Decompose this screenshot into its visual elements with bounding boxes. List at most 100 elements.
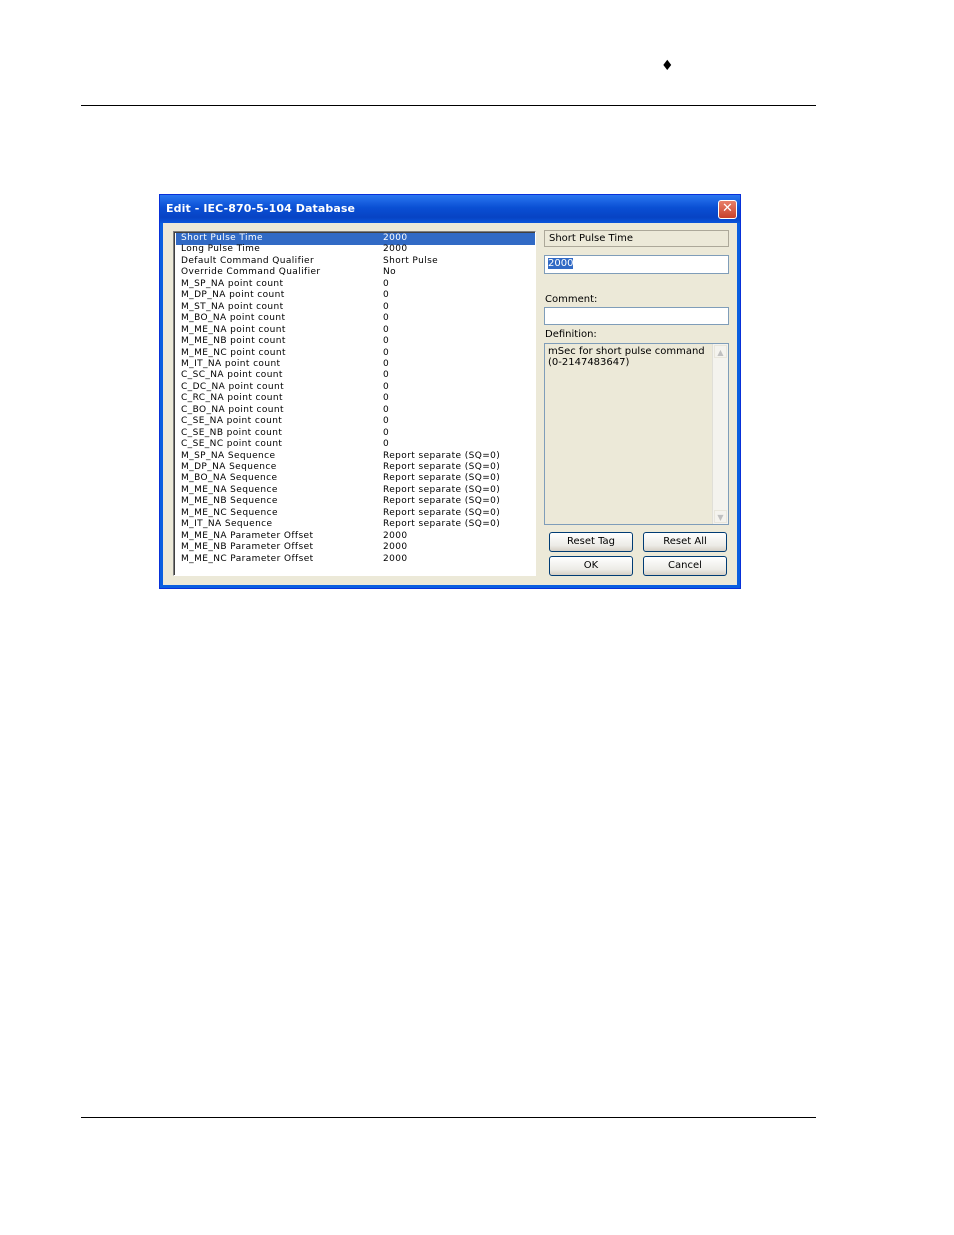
dialog-titlebar[interactable]: Edit - IEC-870-5-104 Database ✕	[160, 195, 740, 223]
list-item[interactable]: M_DP_NA Sequence Report separate (SQ=0)	[176, 462, 535, 474]
list-item-name: C_RC_NA point count	[181, 393, 283, 404]
list-item[interactable]: M_ST_NA point count 0	[176, 302, 535, 314]
parameter-list[interactable]: Short Pulse Time 2000 Long Pulse Time 2000 D…	[173, 231, 536, 576]
list-item-name: M_DP_NA Sequence	[181, 462, 277, 472]
list-item[interactable]: C_SE_NA point count 0	[176, 416, 535, 428]
list-item-name: M_ME_NA Sequence	[181, 484, 278, 495]
list-item-value: Report separate (SQ=0)	[383, 484, 501, 495]
list-item-value: Report separate (SQ=0)	[383, 462, 501, 472]
list-item-name: M_ME_NC point count	[181, 347, 286, 358]
list-item-value: 0	[383, 439, 390, 450]
definition-box: mSec for short pulse command (0-21474836…	[544, 343, 729, 525]
list-item-value: 0	[383, 301, 390, 312]
scroll-down-icon[interactable]: ▼	[714, 510, 727, 523]
list-item-name: M_ME_NA point count	[181, 324, 286, 335]
close-icon[interactable]: ✕	[718, 200, 737, 219]
list-item[interactable]: M_ME_NB Sequence Report separate (SQ=0)	[176, 496, 535, 508]
list-item-value: 0	[383, 393, 390, 404]
list-item-name: C_SE_NB point count	[181, 427, 283, 438]
ok-button[interactable]: OK	[549, 556, 633, 576]
definition-label: Definition:	[545, 329, 597, 340]
list-item[interactable]: Short Pulse Time 2000	[176, 233, 535, 245]
list-item-name: Default Command Qualifier	[181, 255, 315, 266]
definition-text: mSec for short pulse command (0-21474836…	[548, 346, 705, 368]
list-item-value: Report separate (SQ=0)	[383, 496, 501, 507]
reset-all-button[interactable]: Reset All	[643, 532, 727, 552]
definition-scrollbar[interactable]: ▲ ▼	[712, 344, 728, 524]
list-item[interactable]: M_BO_NA Sequence Report separate (SQ=0)	[176, 473, 535, 485]
list-item-name: M_ME_NB Sequence	[181, 496, 278, 507]
list-item[interactable]: M_ME_NC Sequence Report separate (SQ=0)	[176, 508, 535, 520]
list-item[interactable]: M_ME_NC Parameter Offset 2000	[176, 554, 535, 566]
comment-label: Comment:	[545, 294, 598, 305]
list-item-value: 2000	[383, 530, 408, 541]
param-value-text: 2000	[548, 258, 574, 269]
list-item[interactable]: Override Command Qualifier No	[176, 267, 535, 279]
list-item[interactable]: M_ME_NA Parameter Offset 2000	[176, 531, 535, 543]
list-item[interactable]: M_ME_NA Sequence Report separate (SQ=0)	[176, 485, 535, 497]
comment-input[interactable]	[544, 307, 729, 325]
list-item-name: M_ME_NC Sequence	[181, 507, 278, 518]
list-item-name: M_ME_NB Parameter Offset	[181, 542, 314, 553]
list-item-value: 0	[383, 416, 390, 427]
list-item[interactable]: C_SC_NA point count 0	[176, 370, 535, 382]
list-item[interactable]: C_BO_NA point count 0	[176, 405, 535, 417]
list-item-name: M_BO_NA Sequence	[181, 473, 278, 484]
list-item[interactable]: C_DC_NA point count 0	[176, 382, 535, 394]
scroll-up-icon[interactable]: ▲	[714, 345, 727, 358]
list-item-name: C_SE_NC point count	[181, 439, 283, 450]
list-item[interactable]: M_SP_NA Sequence Report separate (SQ=0)	[176, 451, 535, 463]
list-item-value: Report separate (SQ=0)	[383, 519, 501, 530]
list-item-name: Short Pulse Time	[181, 233, 263, 243]
list-item-name: C_SC_NA point count	[181, 370, 283, 381]
list-item-value: 0	[383, 324, 390, 335]
list-item[interactable]: M_SP_NA point count 0	[176, 279, 535, 291]
list-item-name: M_IT_NA point count	[181, 358, 281, 369]
list-item-value: 2000	[383, 542, 408, 553]
list-item-value: Report separate (SQ=0)	[383, 473, 501, 484]
list-item-name: C_SE_NA point count	[181, 416, 283, 427]
list-item-value: 2000	[383, 553, 408, 564]
list-item[interactable]: Long Pulse Time 2000	[176, 244, 535, 256]
list-item[interactable]: Default Command Qualifier Short Pulse	[176, 256, 535, 268]
list-item-value: 0	[383, 347, 390, 358]
list-item-value: 0	[383, 290, 390, 301]
list-item-name: M_ME_NA Parameter Offset	[181, 530, 314, 541]
list-item-value: 0	[383, 381, 390, 392]
list-item-value: No	[383, 267, 397, 278]
header-rule	[81, 105, 816, 106]
list-item-name: M_SP_NA point count	[181, 278, 284, 289]
list-item[interactable]: M_ME_NC point count 0	[176, 348, 535, 360]
header-bullet: ♦	[661, 58, 674, 74]
list-item-value: 0	[383, 404, 390, 415]
list-item[interactable]: M_ME_NA point count 0	[176, 325, 535, 337]
list-item-value: 0	[383, 358, 390, 369]
list-item[interactable]: M_DP_NA point count 0	[176, 290, 535, 302]
list-item[interactable]: M_ME_NB point count 0	[176, 336, 535, 348]
list-item-value: Report separate (SQ=0)	[383, 507, 501, 518]
list-item-value: 0	[383, 278, 390, 289]
edit-database-dialog: Edit - IEC-870-5-104 Database ✕ Short Pu…	[159, 194, 741, 589]
footer-rule	[81, 1117, 816, 1118]
list-item-name: M_ST_NA point count	[181, 301, 284, 312]
list-item-name: M_BO_NA point count	[181, 313, 286, 324]
list-item-name: M_SP_NA Sequence	[181, 450, 276, 461]
param-value-input[interactable]: 2000	[544, 255, 729, 274]
list-item-value: 0	[383, 336, 390, 347]
list-item-value: 0	[383, 427, 390, 438]
list-item-name: M_DP_NA point count	[181, 290, 285, 301]
list-item[interactable]: C_RC_NA point count 0	[176, 393, 535, 405]
list-item-value: 2000	[383, 244, 408, 255]
list-item-value: 2000	[383, 233, 408, 243]
list-item[interactable]: M_ME_NB Parameter Offset 2000	[176, 542, 535, 554]
reset-tag-button[interactable]: Reset Tag	[549, 532, 633, 552]
list-item[interactable]: M_IT_NA point count 0	[176, 359, 535, 371]
list-item-name: C_BO_NA point count	[181, 404, 284, 415]
list-item[interactable]: C_SE_NB point count 0	[176, 428, 535, 440]
list-item-name: M_ME_NB point count	[181, 336, 286, 347]
list-item[interactable]: M_BO_NA point count 0	[176, 313, 535, 325]
list-item[interactable]: M_IT_NA Sequence Report separate (SQ=0)	[176, 519, 535, 531]
selected-param-name: Short Pulse Time	[544, 230, 729, 247]
list-item[interactable]: C_SE_NC point count 0	[176, 439, 535, 451]
cancel-button[interactable]: Cancel	[643, 556, 727, 576]
